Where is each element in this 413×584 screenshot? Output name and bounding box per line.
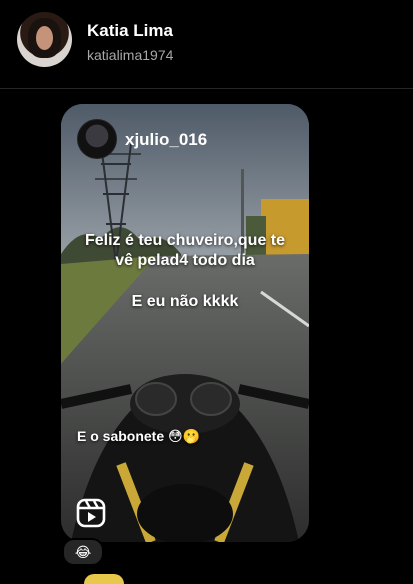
profile-name[interactable]: Katia Lima bbox=[87, 21, 173, 41]
header-divider bbox=[0, 88, 413, 89]
message-reaction[interactable]: 😂 bbox=[62, 538, 104, 566]
profile-avatar[interactable] bbox=[17, 12, 72, 67]
shared-reel[interactable]: xjulio_016 Feliz é teu chuveiro,que te v… bbox=[61, 104, 309, 542]
reel-caption-line: E eu não kkkk bbox=[131, 293, 239, 310]
next-message-avatar bbox=[84, 574, 124, 584]
reel-caption-line: Feliz é teu chuveiro,que te bbox=[84, 232, 286, 249]
reel-thumbnail bbox=[61, 104, 309, 542]
profile-handle: katialima1974 bbox=[87, 47, 174, 63]
avatar-face bbox=[36, 26, 53, 50]
reel-author-name[interactable]: xjulio_016 bbox=[125, 130, 207, 150]
reels-icon bbox=[76, 498, 106, 528]
chat-header: Katia Lima katialima1974 bbox=[0, 0, 413, 88]
reel-author-avatar[interactable] bbox=[77, 119, 117, 159]
reel-caption-line: vê pelad4 todo dia bbox=[115, 252, 255, 269]
reel-overlay-text: E o sabonete 😳🫢 bbox=[77, 428, 201, 444]
